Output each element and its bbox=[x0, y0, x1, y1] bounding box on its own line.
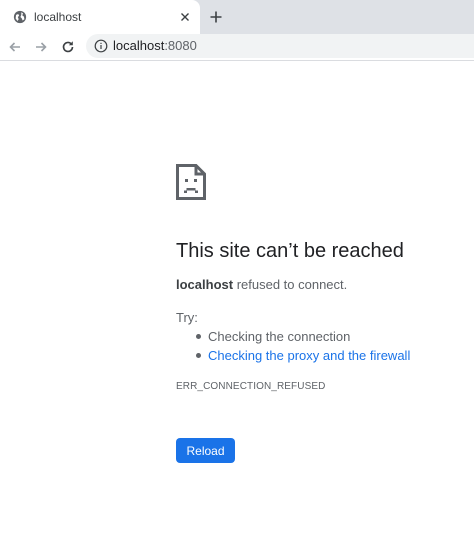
close-icon[interactable] bbox=[178, 10, 192, 24]
suggestion-check-proxy-firewall-link[interactable]: Checking the proxy and the firewall bbox=[176, 346, 410, 365]
url-port: :8080 bbox=[164, 38, 197, 53]
plus-icon[interactable] bbox=[208, 9, 224, 25]
toolbar: localhost:8080 bbox=[0, 34, 474, 61]
info-icon[interactable] bbox=[94, 39, 108, 53]
try-label: Try: bbox=[176, 310, 198, 325]
sad-page-icon bbox=[176, 164, 206, 200]
tab-localhost[interactable]: localhost bbox=[0, 0, 200, 34]
url-host: localhost bbox=[113, 38, 165, 53]
host-name: localhost bbox=[176, 277, 234, 292]
arrow-left-icon[interactable] bbox=[6, 38, 24, 56]
tab-title: localhost bbox=[34, 10, 82, 24]
error-message: refused to connect. bbox=[233, 277, 348, 292]
globe-icon bbox=[13, 10, 27, 24]
error-summary: localhost refused to connect. bbox=[176, 276, 347, 294]
reload-icon[interactable] bbox=[59, 38, 77, 56]
address-bar[interactable]: localhost:8080 bbox=[86, 34, 474, 58]
url-text[interactable]: localhost:8080 bbox=[113, 38, 197, 54]
page-title: This site can’t be reached bbox=[176, 240, 404, 262]
tab-strip: localhost bbox=[0, 0, 474, 34]
arrow-right-icon[interactable] bbox=[32, 38, 50, 56]
error-code: ERR_CONNECTION_REFUSED bbox=[176, 381, 326, 392]
suggestion-list: Checking the connection Checking the pro… bbox=[176, 327, 410, 365]
reload-button[interactable]: Reload bbox=[176, 438, 235, 463]
suggestion-check-connection: Checking the connection bbox=[176, 327, 410, 346]
